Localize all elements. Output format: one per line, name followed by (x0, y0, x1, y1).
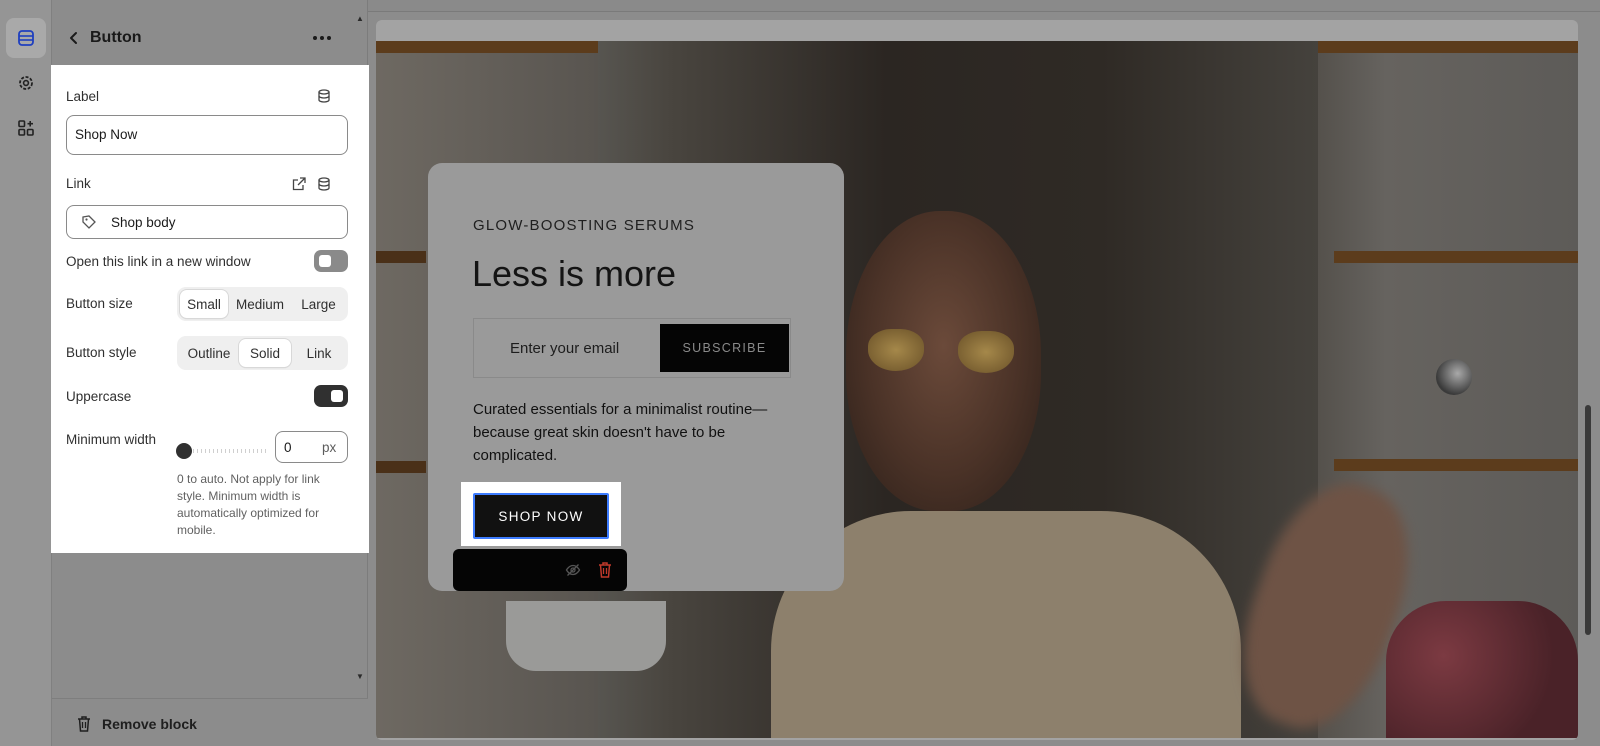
tag-icon (82, 215, 96, 229)
uppercase-label: Uppercase (66, 389, 132, 404)
container-image (506, 601, 666, 671)
link-field-label: Link (66, 176, 91, 191)
minimum-width-unit: px (322, 440, 337, 455)
eye-patch-image (958, 331, 1014, 373)
button-style-label: Button style (66, 345, 137, 360)
promo-description: Curated essentials for a minimalist rout… (473, 401, 768, 464)
sections-button[interactable] (6, 18, 46, 58)
preview-canvas: GLOW-BOOSTING SERUMS Less is more Enter … (376, 20, 1578, 740)
button-style-segmented: Outline Solid Link (177, 336, 348, 370)
theme-settings-button[interactable] (6, 63, 46, 103)
link-input[interactable]: Shop body (66, 205, 348, 239)
button-settings-card: Label Shop Now Link Shop body Open this … (51, 65, 369, 553)
style-option-link[interactable]: Link (293, 339, 345, 367)
style-option-outline[interactable]: Outline (180, 339, 238, 367)
apps-button[interactable] (6, 108, 46, 148)
preview-scrollbar[interactable] (1582, 20, 1594, 740)
minimum-width-input[interactable]: 0 px (275, 431, 348, 463)
decor-band (1334, 459, 1578, 471)
panel-footer: Remove block (52, 698, 368, 746)
link-input-value: Shop body (111, 215, 176, 230)
minimum-width-help: 0 to auto. Not apply for link style. Min… (177, 472, 320, 537)
person-head-image (846, 211, 1041, 511)
new-window-label: Open this link in a new window (66, 254, 251, 269)
subscribe-button[interactable]: SUBSCRIBE (660, 324, 789, 372)
size-option-small[interactable]: Small (180, 290, 228, 318)
remove-block-button[interactable]: Remove block (102, 716, 197, 732)
shop-now-button[interactable]: SHOP NOW (473, 493, 609, 539)
decor-band (376, 251, 426, 263)
icon-rail (0, 0, 52, 746)
new-window-toggle[interactable] (314, 250, 348, 272)
minimum-width-slider-handle[interactable] (176, 443, 192, 459)
button-size-segmented: Small Medium Large (177, 287, 348, 321)
button-size-label: Button size (66, 296, 133, 311)
minimum-width-label: Minimum width (66, 432, 157, 447)
dynamic-source-icon[interactable] (316, 88, 332, 104)
dynamic-source-icon[interactable] (316, 176, 332, 192)
email-input[interactable]: Enter your email (510, 340, 619, 357)
roses-image (1386, 601, 1578, 738)
label-input[interactable]: Shop Now (66, 115, 348, 155)
promo-subheading: GLOW-BOOSTING SERUMS (473, 217, 696, 234)
settings-gear-icon (19, 76, 33, 90)
scroll-up-arrow[interactable]: ▲ (356, 14, 364, 23)
minimum-width-value: 0 (284, 440, 292, 455)
apps-icon (18, 120, 34, 136)
sections-icon (18, 30, 34, 46)
preview-scrollbar-thumb[interactable] (1585, 405, 1591, 635)
size-option-large[interactable]: Large (292, 290, 345, 318)
label-field-label: Label (66, 89, 100, 104)
panel-header: Button (52, 18, 368, 58)
eye-patch-image (868, 329, 924, 371)
preview-topbar (368, 0, 1600, 12)
trash-icon (78, 716, 90, 732)
panel-title: Button (90, 29, 142, 46)
chevron-left-icon[interactable] (64, 28, 84, 48)
door-knob-image (1436, 359, 1472, 395)
promo-card: GLOW-BOOSTING SERUMS Less is more Enter … (428, 163, 844, 591)
uppercase-toggle[interactable] (314, 385, 348, 407)
block-toolbar (453, 549, 627, 591)
promo-heading: Less is more (472, 253, 677, 294)
style-option-solid[interactable]: Solid (239, 339, 291, 367)
label-input-value: Shop Now (75, 127, 138, 142)
external-link-icon[interactable] (291, 176, 307, 192)
size-option-medium[interactable]: Medium (230, 290, 290, 318)
eye-off-icon[interactable] (565, 562, 581, 578)
decor-band (1334, 251, 1578, 263)
more-horizontal-icon[interactable] (310, 28, 334, 48)
newsletter-form: Enter your email SUBSCRIBE (473, 318, 791, 378)
scroll-down-arrow[interactable]: ▼ (356, 672, 364, 681)
decor-band (376, 461, 426, 473)
trash-icon[interactable] (597, 561, 613, 579)
